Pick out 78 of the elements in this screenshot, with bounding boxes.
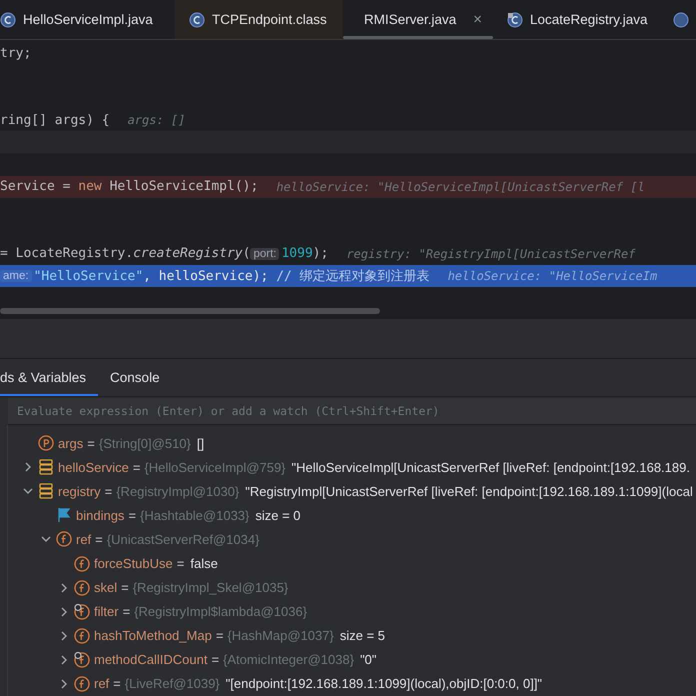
equals-sign: = <box>132 460 140 475</box>
code-text: , helloService); <box>143 268 270 284</box>
object-type: {RegistryImpl@1030} <box>116 484 240 499</box>
parameter-hint: port: <box>250 248 280 260</box>
code-text: ( <box>242 246 250 262</box>
editor-tab[interactable]: LocateRegistry.java <box>493 0 673 39</box>
code-string: "HelloService" <box>34 268 144 284</box>
inline-value-hint: helloService: "HelloServiceIm <box>448 269 658 284</box>
code-method: createRegistry <box>133 246 243 262</box>
inline-value-hint: helloService: "HelloServiceImpl[UnicastServerRef [l <box>276 180 645 194</box>
object-type: {HashMap@1037} <box>227 628 334 644</box>
close-icon[interactable]: × <box>473 11 482 28</box>
equals-sign: = <box>87 436 95 451</box>
code-comment: // 绑定远程对象到注册表 <box>276 268 430 286</box>
equals-sign: = <box>176 556 184 572</box>
inline-value-hint: registry: "RegistryImpl[UnicastServerRef <box>346 246 636 261</box>
editor-tab[interactable]: RMIServer.java × <box>343 0 493 39</box>
variable-value: "[endpoint:[192.168.189.1:1099](local),objID:[0:0:0, 0]]" <box>226 676 542 692</box>
field-icon <box>74 604 90 620</box>
variable-name: args <box>58 436 84 451</box>
code-number: 1099 <box>281 246 313 262</box>
variable-value: "RegistryImpl[UnicastServerRef [liveRef: [endpoint:[192.168.189.1:1099](local <box>245 484 693 499</box>
field-icon <box>74 580 90 596</box>
object-type: {String[0]@510} <box>98 436 191 451</box>
editor-tab[interactable]: HelloServiceImpl.java <box>0 0 175 39</box>
parameter-icon <box>38 435 54 452</box>
editor-tab[interactable]: TCPEndpoint.class <box>175 0 343 39</box>
variable-value: size = 0 <box>255 508 301 523</box>
code-text: try; <box>0 46 32 61</box>
equals-sign: = <box>128 508 136 523</box>
equals-sign: = <box>122 604 130 620</box>
field-icon <box>74 556 90 572</box>
equals-sign: = <box>104 484 112 499</box>
scrollbar[interactable] <box>0 308 380 314</box>
variable-name: filter <box>94 604 119 620</box>
code-text: = LocateRegistry. <box>0 246 134 262</box>
code-text: ring[] args) { <box>0 112 110 128</box>
equals-sign: = <box>95 532 103 547</box>
equals-sign: = <box>211 652 220 668</box>
code-text: Service = <box>0 179 72 194</box>
variable-value: [] <box>196 436 204 451</box>
panel-tab[interactable]: Console <box>98 359 172 396</box>
variable-icon <box>38 483 54 500</box>
flag-icon <box>56 507 72 524</box>
field-icon <box>74 628 90 644</box>
code-text: ); <box>312 246 328 262</box>
code-text: HelloServiceImpl(); <box>108 179 258 194</box>
variable-icon <box>38 459 54 476</box>
variable-name: bindings <box>76 508 124 523</box>
variable-value: "HelloServiceImpl[UnicastServerRef [liveRef: [endpoint:[192.168.189. <box>292 460 690 475</box>
equals-sign: = <box>121 580 129 596</box>
inline-value-hint: args: [] <box>128 113 186 128</box>
field-icon <box>74 676 90 692</box>
code-keyword: new <box>78 179 102 194</box>
variable-name: registry <box>58 484 101 499</box>
variable-name: methodCallIDCount <box>94 652 208 668</box>
variable-name: ref <box>76 532 92 547</box>
variable-name: helloService <box>58 460 129 475</box>
variable-name: hashToMethod_Map <box>94 628 212 644</box>
equals-sign: = <box>216 628 224 644</box>
object-type: {LiveRef@1039} <box>124 676 220 692</box>
object-type: {UnicastServerRef@1034} <box>106 532 260 547</box>
object-type: {AtomicInteger@1038} <box>223 652 354 668</box>
parameter-hint: ame: <box>0 270 32 282</box>
field-icon <box>74 652 90 668</box>
object-type: {Hashtable@1033} <box>140 508 250 523</box>
equals-sign: = <box>113 676 121 692</box>
object-type: {RegistryImpl$lambda@1036} <box>134 604 308 620</box>
panel-tab[interactable]: ds & Variables <box>0 359 98 396</box>
object-type: {RegistryImpl_Skel@1035} <box>132 580 288 596</box>
variable-name: ref <box>94 676 110 692</box>
variable-name: skel <box>94 580 118 596</box>
variable-value: false <box>190 556 218 572</box>
object-type: {HelloServiceImpl@759} <box>144 460 286 475</box>
variable-value: size = 5 <box>340 628 386 644</box>
field-icon <box>56 531 72 548</box>
variable-name: forceStubUse <box>94 556 173 572</box>
variable-value: "0" <box>360 652 377 668</box>
